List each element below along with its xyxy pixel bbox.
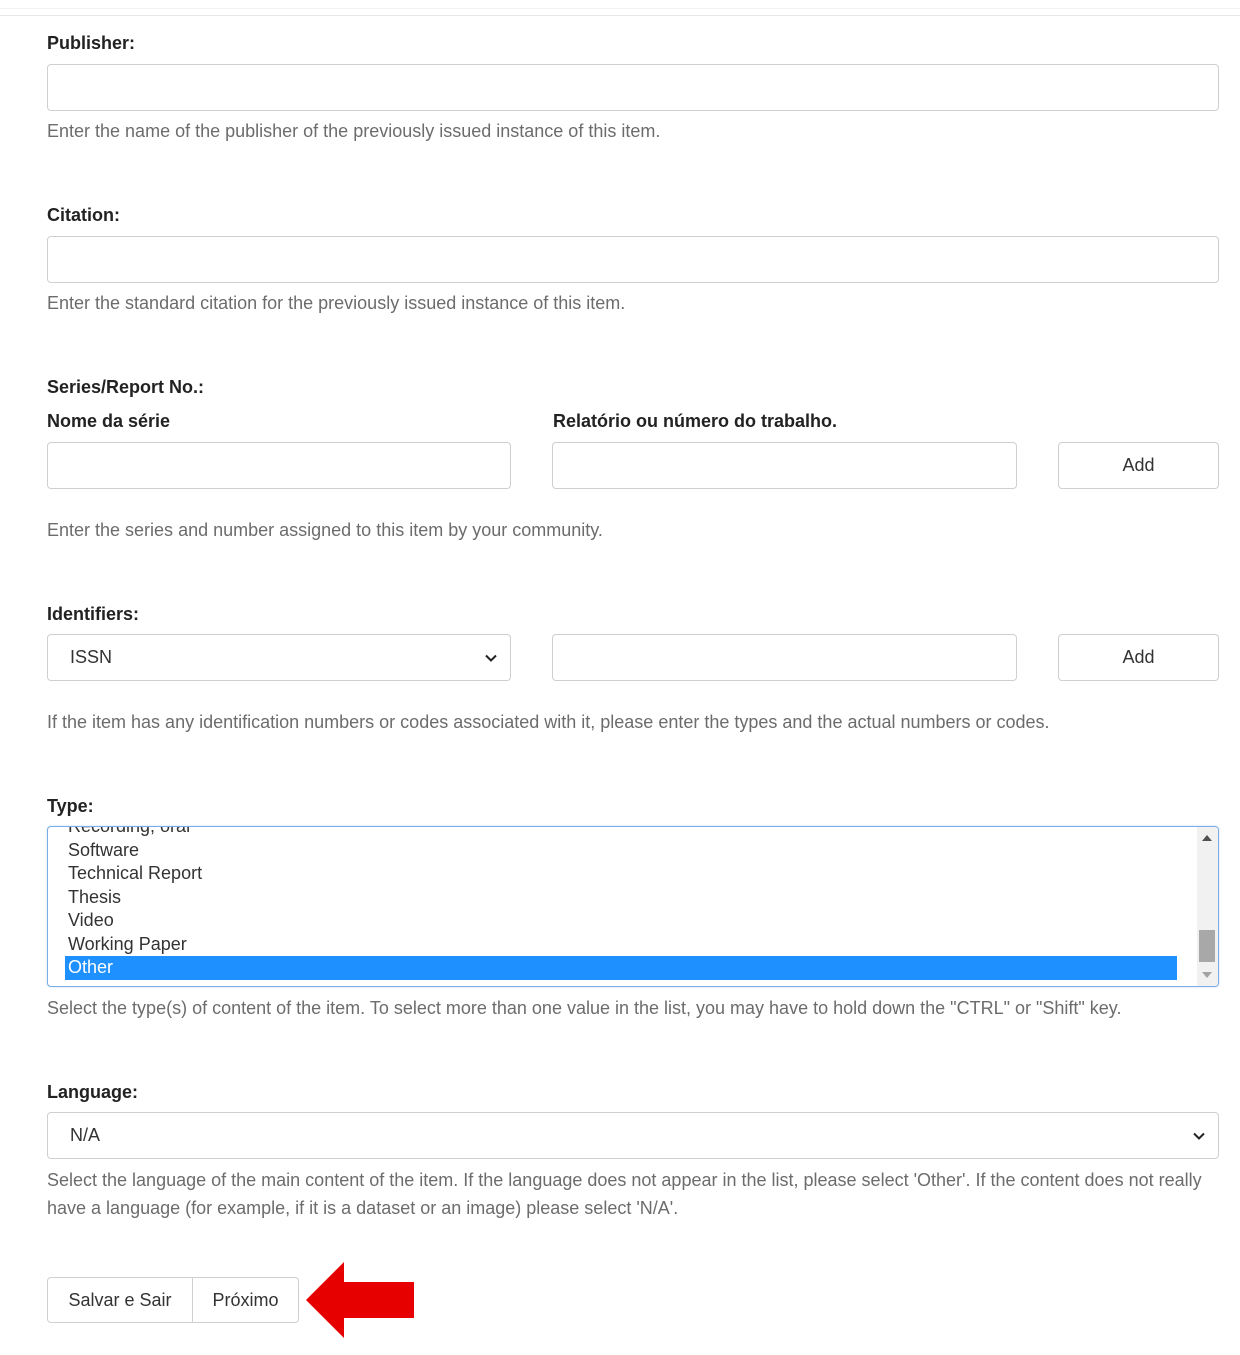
language-select[interactable]: N/A [47,1112,1219,1159]
scrollbar-thumb[interactable] [1199,930,1215,962]
identifier-type-value: ISSN [70,647,113,667]
citation-help: Enter the standard citation for the prev… [47,293,626,313]
top-divider [0,15,1240,16]
citation-label: Citation: [47,205,120,225]
identifier-value-input[interactable] [552,634,1017,681]
type-option[interactable]: Technical Report [65,862,1177,886]
identifiers-help: If the item has any identification numbe… [47,712,1050,732]
series-add-button[interactable]: Add [1058,442,1219,489]
next-button[interactable]: Próximo [193,1277,299,1323]
series-name-label: Nome da série [47,411,171,431]
series-number-input[interactable] [552,442,1017,489]
type-options: Recording, oral Software Technical Repor… [65,827,1177,980]
publisher-help: Enter the name of the publisher of the p… [47,121,661,141]
series-label: Series/Report No.: [47,377,205,397]
citation-input[interactable] [47,236,1219,283]
type-label: Type: [47,796,94,816]
type-listbox[interactable]: Recording, oral Software Technical Repor… [47,826,1219,987]
language-help: Select the language of the main content … [47,1170,1202,1218]
identifier-type-select[interactable]: ISSN [47,634,511,681]
save-and-exit-button[interactable]: Salvar e Sair [47,1277,193,1323]
red-arrow-annotation-icon [306,1262,414,1338]
identifier-add-button[interactable]: Add [1058,634,1219,681]
type-option[interactable]: Recording, oral [65,827,1177,839]
publisher-input[interactable] [47,64,1219,111]
type-scrollbar[interactable] [1197,827,1218,986]
type-option[interactable]: Working Paper [65,933,1177,957]
scroll-down-arrow-icon[interactable] [1202,972,1212,978]
action-button-group: Salvar e Sair Próximo [47,1277,299,1323]
identifiers-label: Identifiers: [47,604,140,624]
type-option[interactable]: Thesis [65,886,1177,910]
series-name-input[interactable] [47,442,511,489]
type-option[interactable]: Video [65,909,1177,933]
scroll-up-arrow-icon[interactable] [1202,835,1212,841]
language-label: Language: [47,1082,139,1102]
language-value: N/A [70,1125,101,1145]
type-help: Select the type(s) of content of the ite… [47,998,1122,1018]
series-number-label: Relatório ou número do trabalho. [553,411,838,431]
top-divider-light [0,8,1240,9]
series-help: Enter the series and number assigned to … [47,520,603,540]
chevron-down-icon [1193,1132,1205,1140]
type-option-selected[interactable]: Other [65,956,1177,980]
type-option[interactable]: Software [65,839,1177,863]
publisher-label: Publisher: [47,33,136,53]
chevron-down-icon [485,654,497,662]
